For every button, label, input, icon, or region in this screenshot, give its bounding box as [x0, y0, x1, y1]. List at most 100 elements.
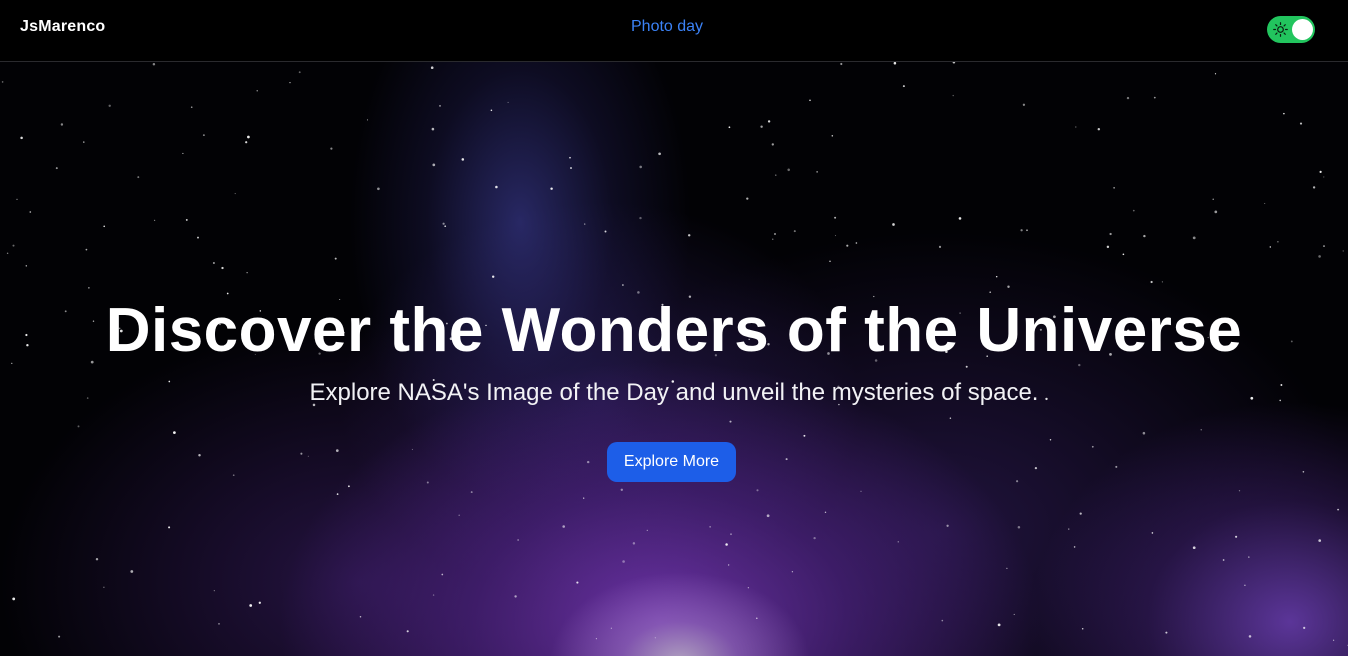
- star: [95, 557, 99, 561]
- star: [108, 104, 111, 107]
- star: [366, 119, 369, 121]
- star: [1337, 508, 1340, 511]
- star: [550, 187, 553, 190]
- nav-link-photo-day[interactable]: Photo day: [631, 18, 703, 36]
- star: [335, 449, 339, 452]
- star: [495, 185, 498, 189]
- star: [1302, 471, 1305, 473]
- star: [1161, 281, 1163, 283]
- star: [6, 252, 9, 255]
- star: [658, 152, 661, 156]
- star: [16, 198, 18, 200]
- star: [441, 573, 444, 576]
- star: [855, 242, 858, 244]
- star: [218, 623, 220, 625]
- star: [197, 236, 199, 239]
- star: [584, 223, 586, 225]
- star: [938, 245, 942, 248]
- star: [152, 62, 156, 66]
- star: [298, 71, 301, 74]
- star: [767, 120, 771, 123]
- star: [774, 233, 776, 235]
- star: [77, 425, 80, 428]
- star: [729, 420, 732, 423]
- star: [1097, 127, 1101, 131]
- star: [289, 81, 291, 84]
- star: [728, 126, 731, 129]
- star: [562, 525, 565, 528]
- star: [444, 225, 447, 228]
- star: [173, 431, 176, 434]
- star: [1238, 490, 1241, 492]
- theme-toggle[interactable]: [1267, 16, 1315, 43]
- star: [897, 541, 899, 543]
- star: [212, 261, 215, 265]
- star: [1115, 465, 1118, 468]
- star: [432, 594, 435, 596]
- star: [377, 187, 380, 191]
- star: [756, 489, 759, 492]
- star: [60, 123, 64, 126]
- star: [359, 615, 362, 618]
- star: [25, 265, 28, 267]
- star: [583, 497, 585, 499]
- star: [569, 156, 571, 159]
- star: [1214, 73, 1217, 75]
- star: [760, 125, 763, 128]
- star: [85, 248, 88, 251]
- star: [860, 490, 862, 492]
- star: [1073, 546, 1076, 548]
- sun-icon: [1273, 22, 1288, 37]
- star: [791, 571, 794, 573]
- star: [213, 590, 215, 592]
- star: [995, 275, 998, 278]
- star: [1212, 198, 1214, 200]
- star: [185, 218, 188, 221]
- star: [1319, 170, 1322, 173]
- star: [20, 136, 23, 140]
- star: [58, 635, 61, 638]
- star: [1192, 546, 1196, 550]
- star: [198, 454, 201, 457]
- star: [1026, 229, 1028, 232]
- star: [1318, 539, 1322, 542]
- star: [432, 163, 436, 167]
- star: [639, 216, 642, 220]
- star: [809, 99, 811, 102]
- star: [300, 452, 303, 455]
- star: [952, 62, 956, 64]
- star: [348, 485, 350, 488]
- star: [824, 511, 827, 514]
- star: [1200, 429, 1202, 431]
- star: [787, 168, 790, 172]
- hero-section: Discover the Wonders of the Universe Exp…: [0, 62, 1348, 656]
- star: [772, 238, 774, 240]
- star: [430, 66, 434, 69]
- star: [816, 171, 818, 173]
- star: [221, 266, 224, 270]
- star: [595, 638, 597, 640]
- hero-subtitle: Explore NASA's Image of the Day and unve…: [309, 379, 1039, 406]
- star: [1264, 202, 1266, 205]
- star: [1068, 528, 1070, 530]
- star: [426, 481, 429, 484]
- star: [785, 458, 788, 461]
- star: [490, 109, 493, 112]
- star: [1323, 245, 1325, 248]
- star: [245, 141, 248, 144]
- star: [610, 627, 613, 629]
- explore-more-button[interactable]: Explore More: [607, 442, 736, 482]
- star: [55, 167, 58, 170]
- star: [130, 570, 134, 573]
- star: [1, 81, 4, 83]
- brand-logo-text[interactable]: JsMarenco: [20, 18, 105, 36]
- star: [246, 272, 248, 274]
- star: [507, 101, 509, 103]
- star: [103, 586, 105, 588]
- star: [941, 619, 944, 622]
- star: [514, 595, 517, 598]
- star: [576, 581, 579, 584]
- star: [1034, 466, 1038, 470]
- star: [1248, 635, 1252, 638]
- star: [168, 526, 171, 529]
